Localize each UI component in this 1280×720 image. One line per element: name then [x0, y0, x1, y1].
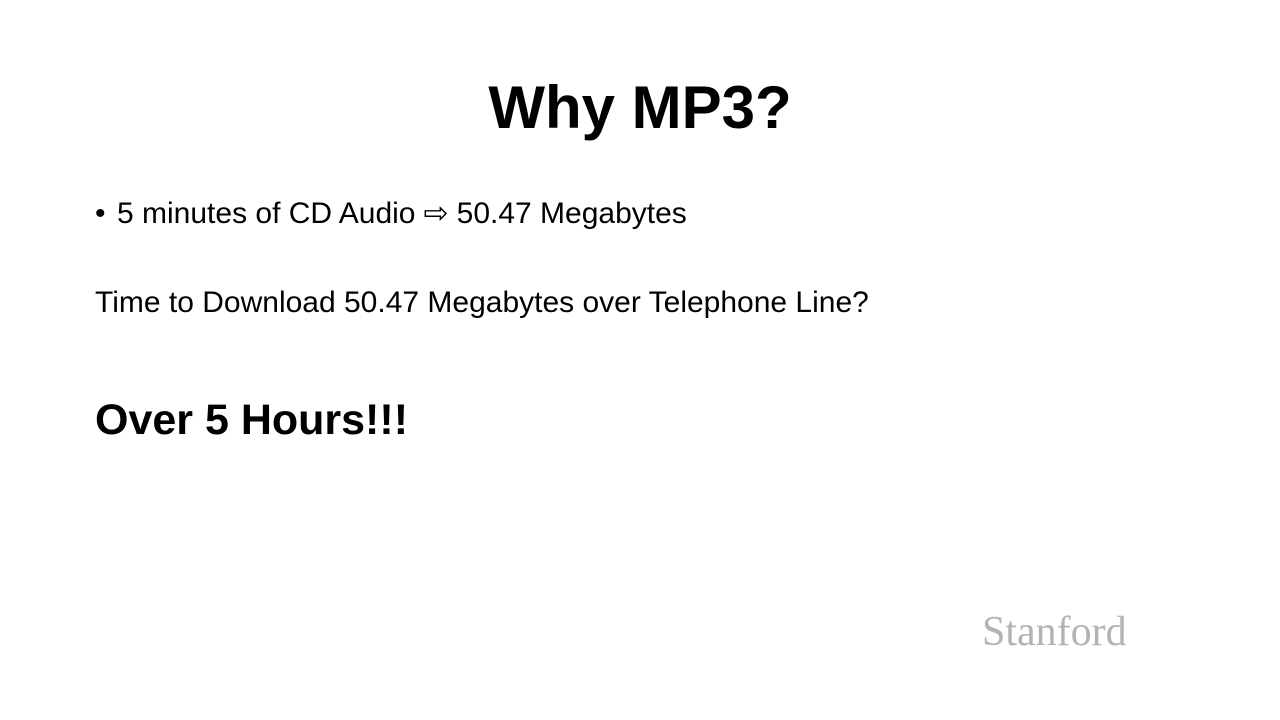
answer-text: Over 5 Hours!!! [95, 396, 409, 444]
bullet-text-before: 5 minutes of CD Audio [117, 197, 416, 230]
bullet-marker: • [95, 197, 106, 230]
right-arrow-icon: ⇨ [423, 197, 449, 230]
stanford-logo: Stanford [982, 609, 1127, 655]
bullet-text-after: 50.47 Megabytes [456, 197, 687, 230]
bullet-item: • 5 minutes of CD Audio ⇨ 50.47 Megabytes [95, 192, 687, 236]
slide: Why MP3? • 5 minutes of CD Audio ⇨ 50.47 Me… [0, 0, 1280, 720]
question-text: Time to Download 50.47 Megabytes over Te… [95, 286, 869, 319]
slide-title: Why MP3? [488, 74, 792, 141]
